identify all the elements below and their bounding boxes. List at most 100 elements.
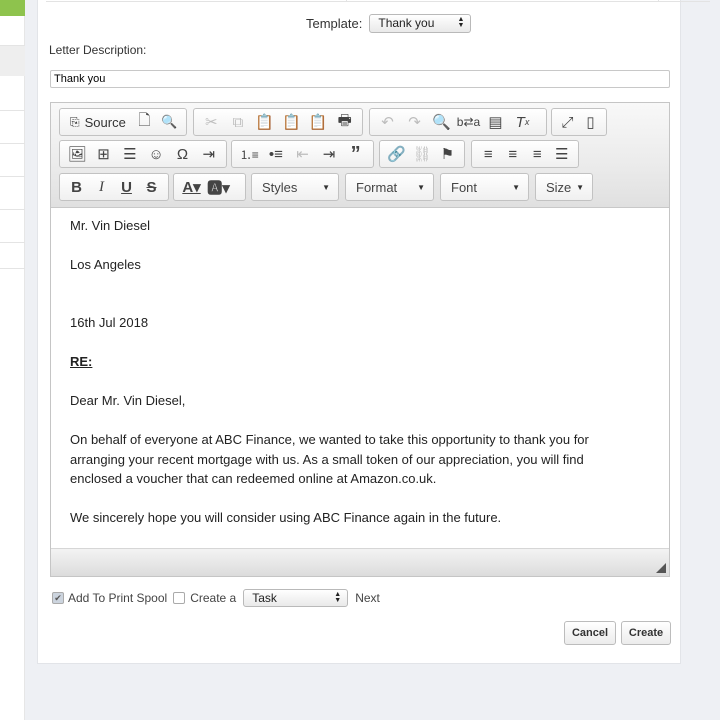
tools-group: ⤢ ▯ — [551, 108, 607, 136]
caret-down-icon: ▼ — [417, 182, 425, 192]
editor-statusbar — [51, 548, 669, 576]
caret-down-icon: ▼ — [322, 182, 330, 192]
create-type-select[interactable]: Task ▲ ▼ — [243, 589, 349, 607]
source-icon: ⎘ — [70, 114, 80, 129]
letter-re: RE: — [70, 354, 93, 369]
table-icon[interactable]: ⊞ — [90, 143, 116, 165]
select-all-icon[interactable]: ▤ — [482, 111, 509, 133]
align-left-icon[interactable]: ≡ — [476, 143, 501, 165]
italic-icon[interactable]: I — [89, 176, 114, 198]
letter-date: 16th Jul 2018 — [70, 315, 149, 330]
page-break-icon[interactable]: ⇥ — [196, 143, 222, 165]
redo-icon[interactable]: ↷ — [401, 111, 428, 133]
paste-word-icon[interactable]: 📋 — [305, 111, 332, 133]
letter-form-panel: Template: Thank you ▲ ▼ Letter Descriptio… — [37, 0, 710, 664]
left-sidebar — [0, 0, 25, 720]
size-label: Size — [546, 179, 572, 195]
smiley-icon[interactable]: ☺ — [143, 143, 169, 165]
source-label: Source — [84, 114, 126, 130]
image-icon[interactable]: 🖼 — [64, 143, 90, 165]
next-label: Next — [355, 591, 380, 605]
create-button[interactable]: Create — [621, 621, 671, 645]
print-spool-label: Add To Print Spool — [68, 591, 168, 605]
styles-label: Styles — [262, 179, 298, 195]
justify-icon[interactable]: ☰ — [550, 143, 575, 165]
new-page-icon[interactable]: 🗋 — [132, 111, 157, 133]
create-checkbox[interactable] — [173, 592, 186, 604]
horizontal-rule-icon[interactable]: ☰ — [117, 143, 143, 165]
bulleted-list-icon[interactable]: •≡ — [263, 143, 290, 165]
outdent-icon[interactable]: ⇤ — [289, 143, 316, 165]
styles-combo[interactable]: Styles ▼ — [251, 173, 339, 201]
undo-icon[interactable]: ↶ — [374, 111, 401, 133]
create-label: Create a — [190, 591, 237, 605]
maximize-icon[interactable]: ⤢ — [556, 111, 579, 133]
cut-icon[interactable]: ✂ — [198, 111, 225, 133]
bold-icon[interactable]: B — [64, 176, 89, 198]
format-label: Format — [356, 179, 398, 195]
insert-group: 🖼 ⊞ ☰ ☺ Ω ⇥ — [59, 140, 227, 168]
template-select[interactable]: Thank you ▲ ▼ — [369, 13, 472, 33]
format-combo[interactable]: Format ▼ — [345, 173, 434, 201]
create-type-value: Task — [252, 591, 277, 605]
resize-grip-icon[interactable] — [656, 563, 666, 573]
basic-style-group: B I U S — [59, 173, 169, 201]
indent-icon[interactable]: ⇥ — [316, 143, 343, 165]
cancel-button[interactable]: Cancel — [564, 621, 616, 645]
document-group: ⎘ Source 🗋 🔍 — [59, 108, 187, 136]
source-button[interactable]: ⎘ Source — [64, 111, 132, 133]
align-right-icon[interactable]: ≡ — [525, 143, 550, 165]
letter-options-row: ✔ Add To Print Spool Create a Task ▲ ▼ Ne… — [52, 589, 380, 607]
select-arrows-icon: ▲ ▼ — [334, 591, 342, 604]
editor-toolbar: ⎘ Source 🗋 🔍 ✂ ⧉ 📋 📋 📋 🖶 ↶ ↷ 🔍 b⇄a ▤ T x… — [51, 103, 669, 208]
recipient-name: Mr. Vin Diesel — [70, 218, 150, 233]
show-blocks-icon[interactable]: ▯ — [579, 111, 602, 133]
letter-description-label: Letter Description: — [49, 43, 147, 57]
preview-icon[interactable]: 🔍 — [157, 111, 182, 133]
underline-icon[interactable]: U — [114, 176, 139, 198]
letter-body-paragraph: We sincerely hope you will consider usin… — [70, 510, 502, 525]
unlink-icon[interactable]: ⛓ — [409, 143, 434, 165]
template-select-value: Thank you — [378, 16, 435, 30]
print-spool-checkbox[interactable]: ✔ — [52, 592, 64, 604]
letter-description-input[interactable] — [50, 70, 670, 88]
template-row: Template: Thank you ▲ ▼ — [306, 13, 472, 33]
rich-text-editor: ⎘ Source 🗋 🔍 ✂ ⧉ 📋 📋 📋 🖶 ↶ ↷ 🔍 b⇄a ▤ T x… — [50, 102, 670, 577]
text-color-icon[interactable]: A▾ — [178, 176, 205, 198]
caret-down-icon: ▼ — [576, 182, 584, 192]
copy-icon[interactable]: ⧉ — [225, 111, 252, 133]
font-label: Font — [451, 179, 478, 195]
align-group: ≡ ≡ ≡ ☰ — [471, 140, 579, 168]
align-center-icon[interactable]: ≡ — [501, 143, 526, 165]
font-combo[interactable]: Font ▼ — [440, 173, 529, 201]
list-group: ⒈≡ •≡ ⇤ ⇥ ” — [231, 140, 374, 168]
sidebar-item[interactable] — [0, 46, 25, 76]
paste-icon[interactable]: 📋 — [251, 111, 278, 133]
special-char-icon[interactable]: Ω — [169, 143, 195, 165]
strikethrough-icon[interactable]: S — [139, 176, 164, 198]
sidebar-active-item[interactable] — [0, 0, 25, 16]
replace-icon[interactable]: b⇄a — [455, 111, 482, 133]
letter-salutation: Dear Mr. Vin Diesel, — [70, 393, 186, 408]
editor-content[interactable]: Mr. Vin Diesel Los Angeles 16th Jul 2018… — [51, 208, 669, 549]
link-icon[interactable]: 🔗 — [384, 143, 409, 165]
template-label: Template: — [306, 15, 363, 31]
clipboard-group: ✂ ⧉ 📋 📋 📋 🖶 — [193, 108, 363, 136]
link-group: 🔗 ⛓ ⚑ — [379, 140, 465, 168]
edit-group: ↶ ↷ 🔍 b⇄a ▤ Tx — [369, 108, 547, 136]
background-color-icon[interactable]: 🅰▾ — [205, 176, 232, 198]
color-group: A▾ 🅰▾ — [173, 173, 246, 201]
top-table-edge — [46, 0, 710, 2]
remove-format-icon[interactable]: Tx — [509, 111, 536, 133]
blockquote-icon[interactable]: ” — [342, 143, 369, 165]
print-icon[interactable]: 🖶 — [331, 111, 358, 133]
recipient-city: Los Angeles — [70, 257, 141, 272]
size-combo[interactable]: Size ▼ — [535, 173, 593, 201]
letter-body-paragraph: On behalf of everyone at ABC Finance, we… — [70, 432, 589, 486]
find-icon[interactable]: 🔍 — [428, 111, 455, 133]
caret-down-icon: ▼ — [512, 182, 520, 192]
paste-text-icon[interactable]: 📋 — [278, 111, 305, 133]
anchor-flag-icon[interactable]: ⚑ — [435, 143, 460, 165]
numbered-list-icon[interactable]: ⒈≡ — [236, 143, 263, 165]
select-arrows-icon: ▲ ▼ — [457, 16, 465, 29]
